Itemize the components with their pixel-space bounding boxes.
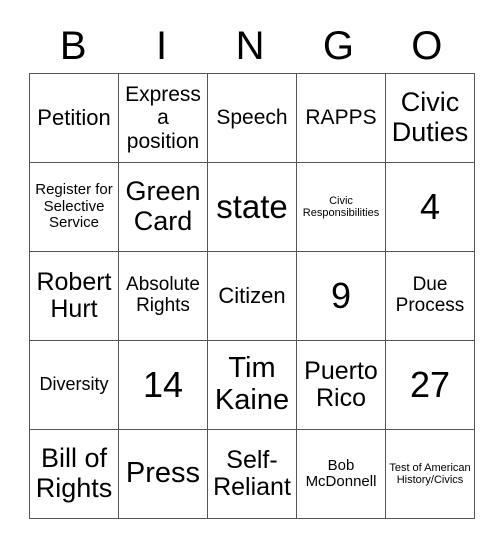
bingo-cell[interactable]: Robert Hurt [29, 251, 119, 341]
bingo-cell[interactable]: state [207, 162, 297, 252]
bingo-row: Register for Selective Service Green Car… [29, 162, 475, 252]
bingo-row: Robert Hurt Absolute Rights Citizen 9 Du… [29, 251, 475, 341]
bingo-cell[interactable]: Due Process [385, 251, 475, 341]
bingo-cell[interactable]: Press [118, 429, 208, 519]
header-letter-o: O [411, 24, 443, 68]
bingo-cell[interactable]: Citizen [207, 251, 297, 341]
bingo-cell[interactable]: Diversity [29, 340, 119, 430]
bingo-card: Petition Express a position Speech RAPPS… [29, 73, 475, 519]
bingo-cell[interactable]: RAPPS [296, 73, 386, 163]
bingo-header: B I N G O [29, 20, 471, 72]
bingo-row: Bill of Rights Press Self-Reliant Bob Mc… [29, 429, 475, 519]
header-letter-g: G [322, 24, 354, 68]
bingo-row: Diversity 14 Tim Kaine Puerto Rico 27 [29, 340, 475, 430]
bingo-cell[interactable]: Absolute Rights [118, 251, 208, 341]
bingo-cell[interactable]: 9 [296, 251, 386, 341]
bingo-cell[interactable]: Register for Selective Service [29, 162, 119, 252]
header-letter-b: B [59, 24, 87, 68]
bingo-cell[interactable]: Puerto Rico [296, 340, 386, 430]
header-letter-n: N [235, 24, 265, 68]
bingo-cell[interactable]: Green Card [118, 162, 208, 252]
bingo-cell[interactable]: 14 [118, 340, 208, 430]
bingo-cell[interactable]: Express a position [118, 73, 208, 163]
bingo-cell[interactable]: Speech [207, 73, 297, 163]
bingo-cell[interactable]: Tim Kaine [207, 340, 297, 430]
header-letter-i: I [156, 24, 168, 68]
bingo-cell[interactable]: Test of American History/Civics [385, 429, 475, 519]
bingo-cell[interactable]: Bob McDonnell [296, 429, 386, 519]
bingo-cell[interactable]: 4 [385, 162, 475, 252]
bingo-cell[interactable]: 27 [385, 340, 475, 430]
bingo-cell[interactable]: Self-Reliant [207, 429, 297, 519]
bingo-cell[interactable]: Civic Responsibilities [296, 162, 386, 252]
bingo-cell[interactable]: Petition [29, 73, 119, 163]
bingo-cell[interactable]: Bill of Rights [29, 429, 119, 519]
bingo-cell[interactable]: Civic Duties [385, 73, 475, 163]
bingo-row: Petition Express a position Speech RAPPS… [29, 73, 475, 163]
